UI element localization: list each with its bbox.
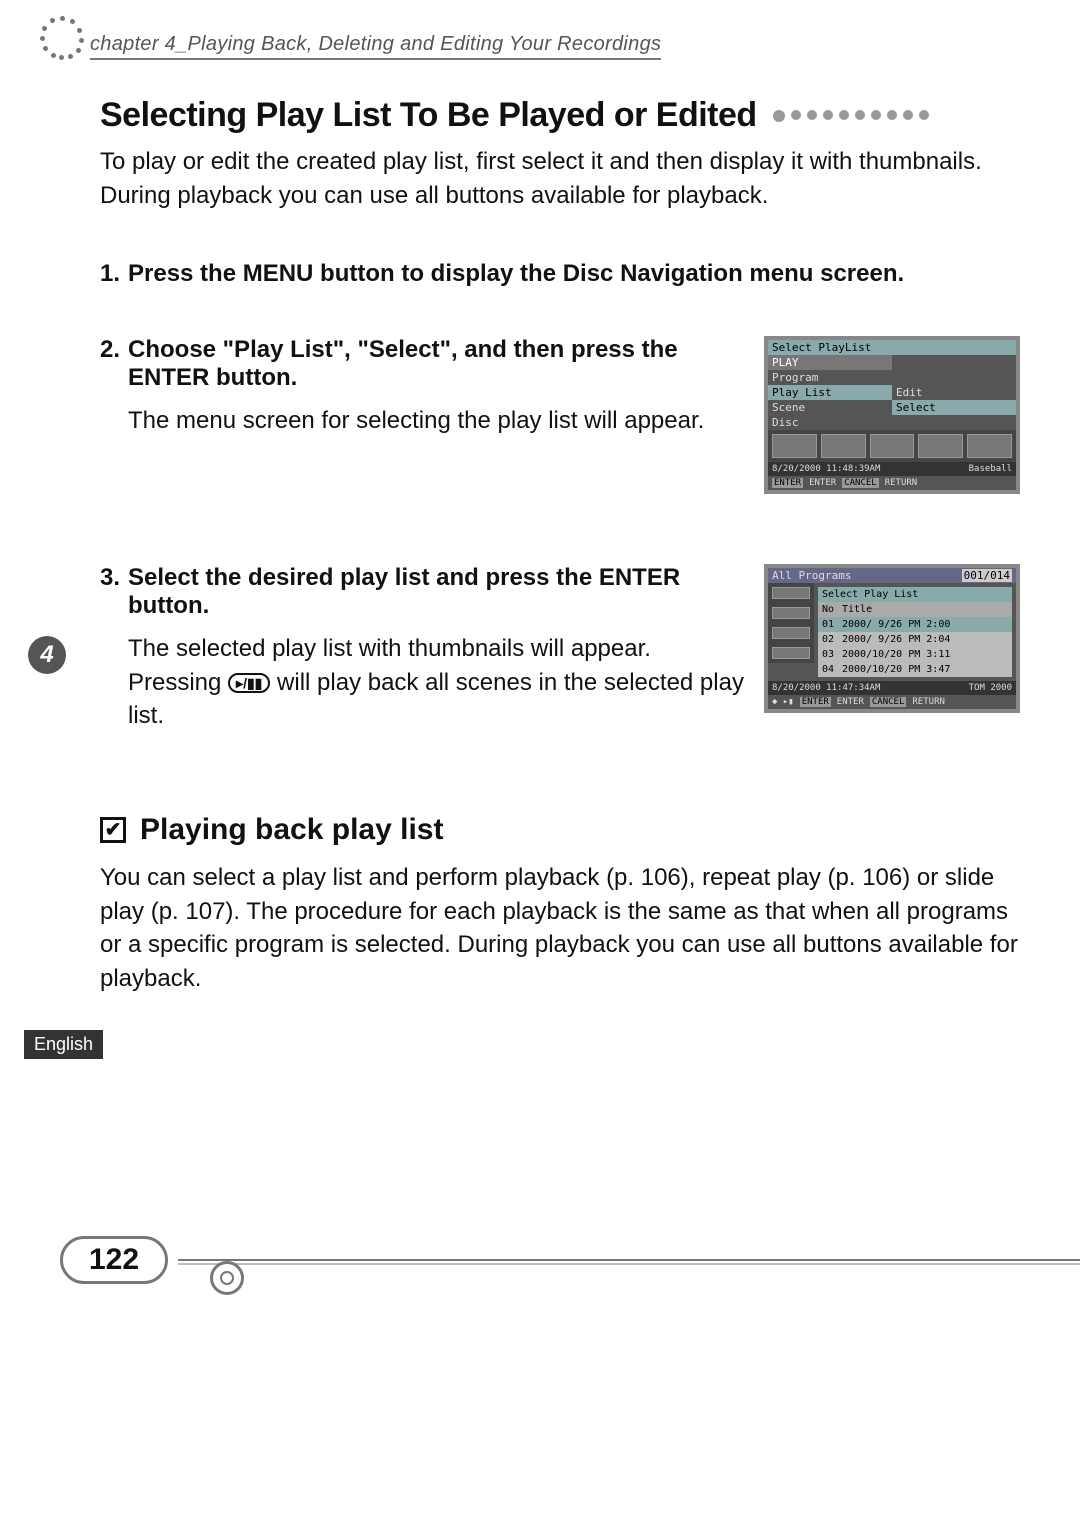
ss-playlist-row: 01 2000/ 9/26 PM 2:00 — [818, 617, 1012, 632]
screenshot-all-programs: All Programs 001/014 Select Play List No — [764, 564, 1020, 713]
ss-menu-item: Scene — [768, 400, 892, 415]
ss-menu-item: PLAY — [768, 355, 892, 370]
title-dots-decoration — [773, 110, 929, 122]
subsection-heading: ✔ Playing back play list — [100, 813, 1020, 847]
ss-submenu-item: Select — [892, 400, 1016, 415]
footer-rule — [178, 1255, 1080, 1265]
step-2: 2. Choose "Play List", "Select", and the… — [100, 336, 1020, 494]
footer-disc-icon — [210, 1261, 244, 1295]
ss-col-no: No — [822, 604, 842, 615]
ss-status-bar: 8/20/2000 11:48:39AM Baseball — [768, 462, 1016, 476]
ss-thumbnail-strip — [768, 430, 1016, 462]
chapter-number: 4 — [40, 641, 53, 669]
page-number: 122 — [60, 1236, 168, 1284]
step-heading: Choose "Play List", "Select", and then p… — [128, 336, 744, 392]
subsection-title: Playing back play list — [140, 813, 443, 847]
language-tag: English — [24, 1030, 103, 1059]
ss-menu-item: Program — [768, 370, 892, 385]
play-pause-button-icon: ▸/▮▮ — [228, 673, 270, 693]
ss-counter: 001/014 — [962, 569, 1012, 582]
ss-row-no: 02 — [822, 634, 842, 645]
subsection-paragraph: You can select a play list and perform p… — [100, 861, 1020, 995]
ss-menu-item: Disc — [768, 415, 892, 430]
chapter-header-text: chapter 4_Playing Back, Deleting and Edi… — [90, 33, 661, 60]
ss-panel-title: Select Play List — [818, 587, 1012, 602]
ss-status-bar: 8/20/2000 11:47:34AM TOM 2000 — [768, 681, 1016, 695]
step-1: 1. Press the MENU button to display the … — [100, 260, 1020, 288]
ss-title: Select PlayList — [768, 340, 1016, 355]
ss-button-hints: ENTER ENTER CANCEL RETURN — [768, 476, 1016, 490]
intro-paragraph: To play or edit the created play list, f… — [100, 145, 1020, 212]
ss-program-name: Baseball — [969, 464, 1012, 474]
ss-playlist-row: 02 2000/ 9/26 PM 2:04 — [818, 632, 1012, 647]
ss-enter-action: ENTER — [837, 697, 864, 707]
chapter-header-row: chapter 4_Playing Back, Deleting and Edi… — [40, 16, 661, 60]
content-area: Selecting Play List To Be Played or Edit… — [100, 96, 1020, 995]
ss-row-title: 2000/ 9/26 PM 2:04 — [842, 634, 950, 645]
ss-playlist-row: 03 2000/10/20 PM 3:11 — [818, 647, 1012, 662]
page: chapter 4_Playing Back, Deleting and Edi… — [0, 0, 1080, 1529]
ss-row-no: 04 — [822, 664, 842, 675]
step-number: 2. — [100, 336, 128, 392]
ss-row-title: 2000/ 9/26 PM 2:00 — [842, 619, 950, 630]
step-number: 1. — [100, 260, 128, 288]
ss-row-no: 03 — [822, 649, 842, 660]
ss-enter-label: ENTER — [772, 478, 803, 488]
ss-cancel-label: CANCEL — [870, 697, 907, 707]
section-title: Selecting Play List To Be Played or Edit… — [100, 96, 1020, 135]
ss-enter-action: ENTER — [809, 478, 836, 488]
ss-timestamp: 8/20/2000 11:47:34AM — [772, 683, 880, 693]
ss-enter-label: ENTER — [800, 697, 831, 707]
ss-title: All Programs — [772, 569, 851, 582]
step-body: The selected play list with thumbnails w… — [128, 632, 744, 733]
step-heading: Press the MENU button to display the Dis… — [128, 260, 904, 288]
ss-col-title: Title — [842, 604, 872, 615]
step-heading: Select the desired play list and press t… — [128, 564, 744, 620]
ss-timestamp: 8/20/2000 11:48:39AM — [772, 464, 880, 474]
section-title-text: Selecting Play List To Be Played or Edit… — [100, 96, 757, 135]
decorative-dotted-circle — [40, 16, 84, 60]
ss-playlist-row: 04 2000/10/20 PM 3:47 — [818, 662, 1012, 677]
chapter-side-tab: 4 — [28, 636, 66, 674]
ss-cancel-action: RETURN — [912, 697, 945, 707]
ss-submenu-item: Edit — [892, 385, 1016, 400]
screenshot-select-playlist: Select PlayList PLAY Program Play List S… — [764, 336, 1020, 494]
ss-cancel-action: RETURN — [885, 478, 918, 488]
ss-row-title: 2000/10/20 PM 3:47 — [842, 664, 950, 675]
step-body: The menu screen for selecting the play l… — [128, 404, 744, 438]
ss-row-no: 01 — [822, 619, 842, 630]
ss-cancel-label: CANCEL — [842, 478, 879, 488]
step-number: 3. — [100, 564, 128, 620]
ss-program-name: TOM 2000 — [969, 683, 1012, 693]
ss-button-hints: ◆ ▸▮ ENTER ENTER CANCEL RETURN — [768, 695, 1016, 709]
checkbox-icon: ✔ — [100, 817, 126, 843]
ss-menu-item: Play List — [768, 385, 892, 400]
step-3: 3. Select the desired play list and pres… — [100, 564, 1020, 733]
ss-row-title: 2000/10/20 PM 3:11 — [842, 649, 950, 660]
